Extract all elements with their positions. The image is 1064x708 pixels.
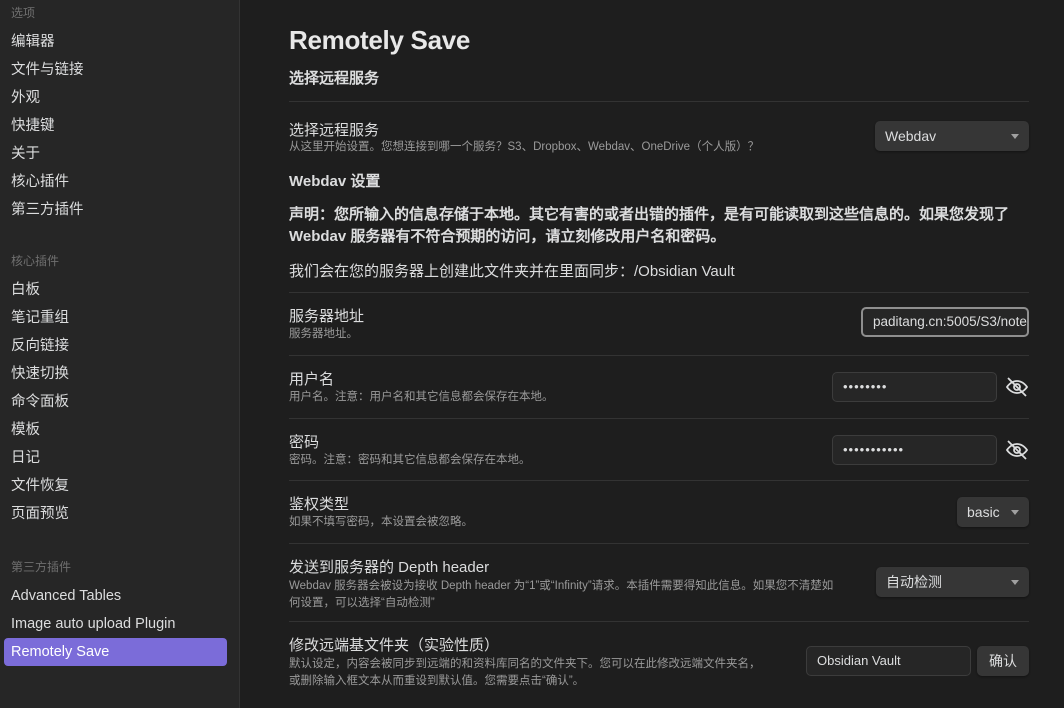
service-select[interactable]: Webdav [875, 121, 1029, 151]
sidebar-item-page-preview[interactable]: 页面预览 [4, 500, 227, 528]
sidebar-item-core-plugins[interactable]: 核心插件 [4, 168, 227, 196]
chevron-down-icon [1011, 134, 1019, 139]
server-address-input[interactable]: paditang.cn:5005/S3/note [861, 307, 1029, 337]
sidebar-item-remotely-save[interactable]: Remotely Save [4, 638, 227, 666]
sidebar-item-command-palette[interactable]: 命令面板 [4, 388, 227, 416]
remote-base-folder-input[interactable]: Obsidian Vault [806, 646, 971, 676]
setting-row-username: 用户名 用户名。注意：用户名和其它信息都会保存在本地。 •••••••• [289, 356, 1029, 419]
sidebar-item-hotkeys[interactable]: 快捷键 [4, 112, 227, 140]
confirm-button[interactable]: 确认 [977, 646, 1029, 676]
sidebar-item-advanced-tables[interactable]: Advanced Tables [4, 582, 227, 610]
sidebar-item-files-links[interactable]: 文件与链接 [4, 56, 227, 84]
setting-name: 修改远端基文件夹（实验性质） [289, 637, 500, 654]
depth-header-value: 自动检测 [886, 574, 942, 590]
setting-name: 发送到服务器的 Depth header [289, 559, 490, 576]
setting-description: 用户名。注意：用户名和其它信息都会保存在本地。 [289, 391, 554, 403]
sidebar-section-core: 核心插件 [11, 254, 60, 268]
setting-description: 服务器地址。 [289, 328, 358, 340]
sidebar-item-image-auto-upload[interactable]: Image auto upload Plugin [4, 610, 227, 638]
settings-content: Remotely Save 选择远程服务 选择远程服务 从这里开始设置。您想连接… [289, 0, 1029, 702]
setting-description: 从这里开始设置。您想连接到哪一个服务？S3、Dropbox、Webdav、One… [289, 141, 760, 153]
sidebar-item-backlinks[interactable]: 反向链接 [4, 332, 227, 360]
setting-row-password: 密码 密码。注意：密码和其它信息都会保存在本地。 ••••••••••• [289, 419, 1029, 481]
setting-row-service: 选择远程服务 从这里开始设置。您想连接到哪一个服务？S3、Dropbox、Web… [289, 102, 1029, 165]
setting-name: 密码 [289, 434, 320, 451]
sidebar-item-appearance[interactable]: 外观 [4, 84, 227, 112]
setting-name: 用户名 [289, 371, 335, 388]
sidebar-item-editor[interactable]: 编辑器 [4, 28, 227, 56]
sidebar-item-note-composer[interactable]: 笔记重组 [4, 304, 227, 332]
setting-description: 默认设定，内容会被同步到远端的和资料库同名的文件夹下。您可以在此修改远端文件夹名… [289, 656, 761, 690]
sidebar-item-about[interactable]: 关于 [4, 140, 227, 168]
chevron-down-icon [1011, 580, 1019, 585]
sidebar-item-community-plugins[interactable]: 第三方插件 [4, 196, 227, 224]
description-line: Webdav 服务器会被设为接收 Depth header 为“1”或“Infi… [289, 580, 834, 592]
folder-note: 我们会在您的服务器上创建此文件夹并在里面同步：/Obsidian Vault [289, 263, 735, 280]
setting-description: 密码。注意：密码和其它信息都会保存在本地。 [289, 454, 531, 466]
section-heading-webdav: Webdav 设置 [289, 173, 381, 190]
page-title: Remotely Save [289, 25, 471, 55]
disclaimer-line: Webdav 服务器有不符合预期的访问，请立刻修改用户名和密码。 [289, 228, 726, 245]
section-heading-choose-service: 选择远程服务 [289, 70, 380, 87]
eye-off-icon[interactable] [1005, 375, 1029, 399]
eye-off-icon[interactable] [1005, 438, 1029, 462]
description-line: 或删除输入框文本从而重设到默认值。您需要点击“确认”。 [289, 675, 585, 687]
username-input[interactable]: •••••••• [832, 372, 997, 402]
setting-name: 鉴权类型 [289, 496, 350, 513]
setting-description: 如果不填写密码，本设置会被忽略。 [289, 516, 473, 528]
setting-description: Webdav 服务器会被设为接收 Depth header 为“1”或“Infi… [289, 578, 833, 612]
description-line: 何设置，可以选择“自动检测” [289, 597, 435, 609]
setting-row-auth-type: 鉴权类型 如果不填写密码，本设置会被忽略。 basic [289, 481, 1029, 544]
sidebar-section-options: 选项 [11, 6, 36, 20]
sidebar-item-templates[interactable]: 模板 [4, 416, 227, 444]
chevron-down-icon [1011, 510, 1019, 515]
setting-name: 服务器地址 [289, 308, 365, 325]
setting-row-remote-base-dir: 修改远端基文件夹（实验性质） 默认设定，内容会被同步到远端的和资料库同名的文件夹… [289, 622, 1029, 702]
auth-type-select[interactable]: basic [957, 497, 1029, 527]
depth-header-select[interactable]: 自动检测 [876, 567, 1029, 597]
sidebar-item-file-recovery[interactable]: 文件恢复 [4, 472, 227, 500]
disclaimer-text: 声明：您所输入的信息存储于本地。其它有害的或者出错的插件，是有可能读取到这些信息… [289, 204, 1029, 248]
service-select-value: Webdav [885, 128, 937, 144]
disclaimer-line: 声明：您所输入的信息存储于本地。其它有害的或者出错的插件，是有可能读取到这些信息… [289, 206, 1010, 223]
setting-name: 选择远程服务 [289, 122, 380, 139]
settings-sidebar: 选项 编辑器 文件与链接 外观 快捷键 关于 核心插件 第三方插件 核心插件 白… [0, 0, 240, 708]
sidebar-item-quick-switcher[interactable]: 快速切换 [4, 360, 227, 388]
sidebar-section-community: 第三方插件 [11, 560, 72, 574]
sidebar-item-canvas[interactable]: 白板 [4, 276, 227, 304]
password-input[interactable]: ••••••••••• [832, 435, 997, 465]
setting-row-server: 服务器地址 服务器地址。 paditang.cn:5005/S3/note [289, 293, 1029, 356]
setting-row-depth-header: 发送到服务器的 Depth header Webdav 服务器会被设为接收 De… [289, 544, 1029, 622]
sidebar-item-daily-notes[interactable]: 日记 [4, 444, 227, 472]
auth-type-value: basic [967, 504, 1000, 520]
description-line: 默认设定，内容会被同步到远端的和资料库同名的文件夹下。您可以在此修改远端文件夹名… [289, 658, 761, 670]
